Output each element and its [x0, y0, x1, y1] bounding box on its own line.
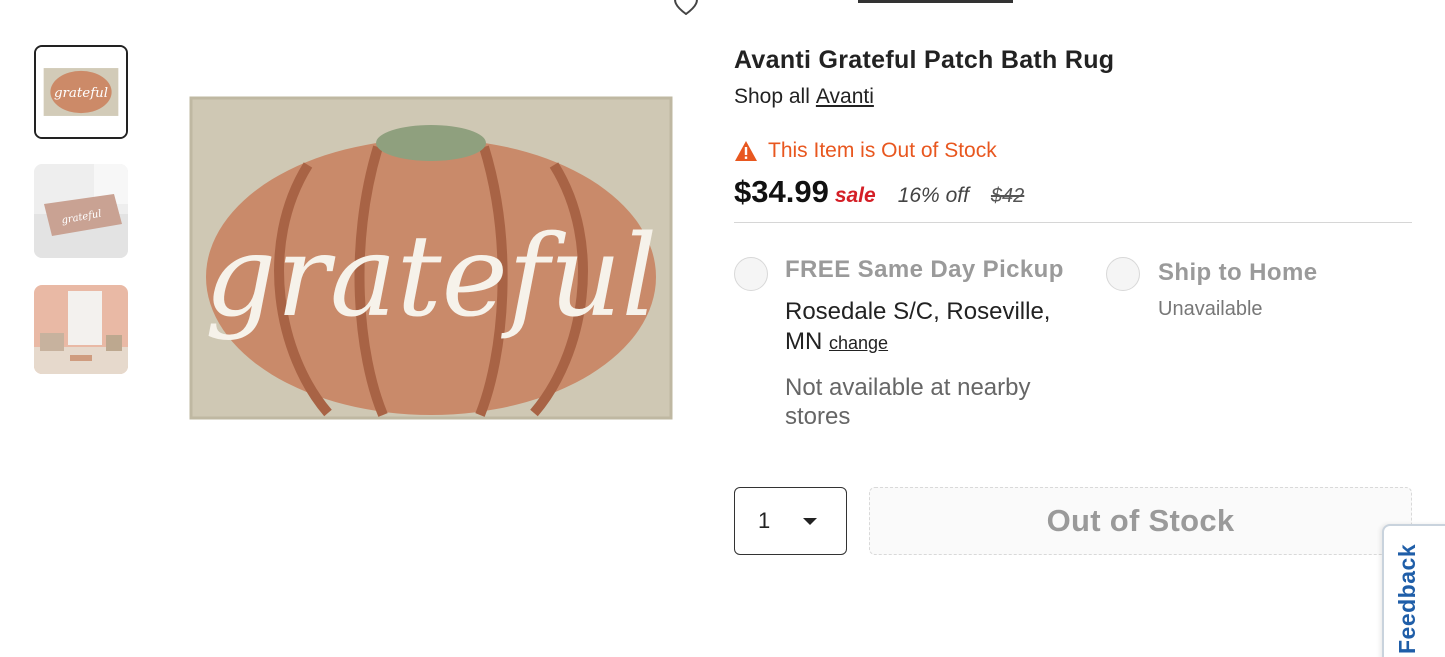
- ship-to-home-radio[interactable]: [1106, 257, 1140, 291]
- wishlist-heart-icon[interactable]: [671, 0, 701, 16]
- quantity-select[interactable]: 1: [734, 487, 847, 555]
- svg-text:grateful: grateful: [54, 86, 108, 101]
- chevron-down-icon: [803, 518, 817, 525]
- main-product-image[interactable]: grateful: [188, 95, 674, 421]
- thumbnail-3[interactable]: [34, 285, 128, 374]
- rug-lettering: grateful: [205, 212, 658, 342]
- sale-price: $34.99: [734, 174, 829, 209]
- ship-option-title: Ship to Home: [1158, 259, 1318, 286]
- shop-all-prefix: Shop all: [734, 85, 810, 108]
- pickup-option-title: FREE Same Day Pickup: [785, 256, 1064, 283]
- thumbnail-1[interactable]: grateful: [34, 45, 128, 139]
- discount-percent: 16% off: [897, 184, 969, 207]
- store-name: Rosedale S/C, Roseville, MN: [785, 298, 1051, 355]
- sale-label: sale: [834, 184, 876, 207]
- out-of-stock-alert: This Item is Out of Stock: [734, 137, 997, 165]
- warning-icon: [735, 141, 757, 161]
- feedback-tab[interactable]: Feedback: [1382, 524, 1445, 657]
- feedback-label: Feedback: [1394, 543, 1420, 654]
- thumbnail-2[interactable]: grateful: [34, 164, 128, 258]
- pickup-radio[interactable]: [734, 257, 768, 291]
- pumpkin-rug-image: grateful: [189, 96, 673, 420]
- shop-all-line: Shop all Avanti: [734, 85, 874, 109]
- original-price: $42: [990, 185, 1025, 207]
- room-scene-thumbnail-image: [34, 285, 128, 374]
- out-of-stock-text: This Item is Out of Stock: [768, 139, 997, 162]
- quantity-value: 1: [758, 508, 771, 533]
- out-of-stock-button[interactable]: Out of Stock: [869, 487, 1412, 555]
- rug-thumbnail-image: grateful: [36, 47, 126, 137]
- divider: [734, 222, 1412, 223]
- bathroom-scene-thumbnail-image: grateful: [34, 164, 128, 258]
- change-store-link[interactable]: change: [829, 333, 888, 353]
- ship-status: Unavailable: [1158, 298, 1263, 320]
- top-link-underline[interactable]: [858, 0, 1013, 3]
- product-title: Avanti Grateful Patch Bath Rug: [734, 46, 1115, 74]
- brand-link[interactable]: Avanti: [816, 85, 874, 108]
- price-row: $34.99 sale 16% off $42: [734, 174, 1024, 210]
- pickup-store: Rosedale S/C, Roseville, MN change: [785, 297, 1075, 358]
- pickup-availability: Not available at nearby stores: [785, 374, 1031, 430]
